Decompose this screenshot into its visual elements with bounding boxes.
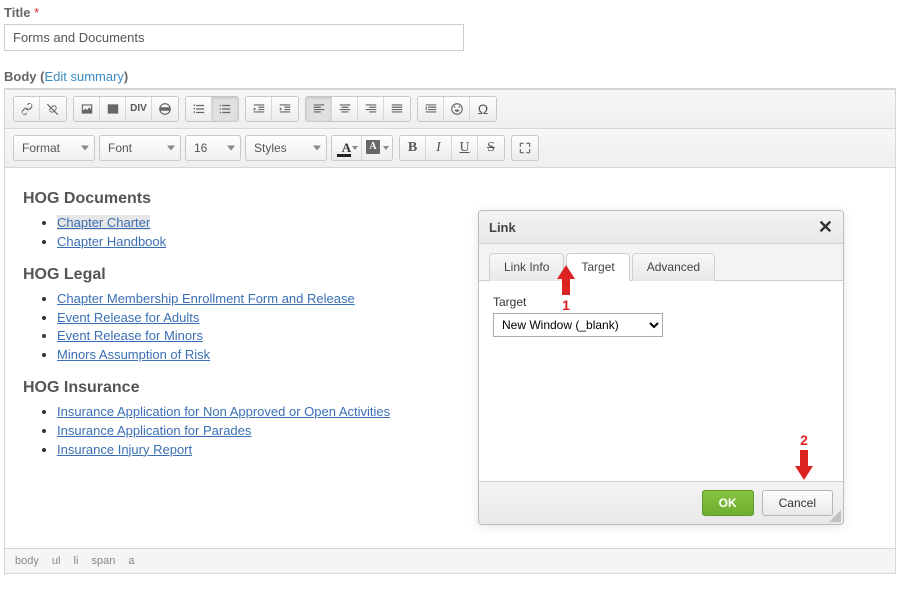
dialog-titlebar[interactable]: Link ✕ bbox=[479, 211, 843, 244]
blockquote-icon[interactable] bbox=[418, 97, 444, 121]
font-select[interactable]: Font bbox=[99, 135, 181, 161]
title-input[interactable] bbox=[4, 24, 464, 51]
table-icon[interactable] bbox=[100, 97, 126, 121]
body-label: Body (Edit summary) bbox=[4, 69, 896, 84]
underline-button[interactable]: U bbox=[452, 136, 478, 160]
dialog-body: Target New Window (_blank) 1 bbox=[479, 281, 843, 481]
link-chapter-handbook[interactable]: Chapter Handbook bbox=[57, 234, 166, 249]
dialog-tabs: Link Info Target Advanced bbox=[479, 244, 843, 281]
image-icon[interactable] bbox=[74, 97, 100, 121]
content-link[interactable]: Insurance Injury Report bbox=[57, 442, 192, 457]
iframe-icon[interactable] bbox=[152, 97, 178, 121]
align-justify-icon[interactable] bbox=[384, 97, 410, 121]
toolbar-row-2: Format Font 16 Styles A A B I U S bbox=[5, 129, 895, 168]
align-left-icon[interactable] bbox=[306, 97, 332, 121]
link-chapter-charter[interactable]: Chapter Charter bbox=[57, 215, 150, 230]
format-select[interactable]: Format bbox=[13, 135, 95, 161]
cancel-button[interactable]: Cancel bbox=[762, 490, 833, 516]
div-icon[interactable]: DIV bbox=[126, 97, 152, 121]
outdent-icon[interactable] bbox=[246, 97, 272, 121]
content-link[interactable]: Minors Assumption of Risk bbox=[57, 347, 210, 362]
edit-summary-link[interactable]: Edit summary bbox=[44, 69, 123, 84]
bg-color-button[interactable]: A bbox=[362, 136, 392, 160]
indent-icon[interactable] bbox=[272, 97, 298, 121]
content-link[interactable]: Insurance Application for Non Approved o… bbox=[57, 404, 390, 419]
close-icon[interactable]: ✕ bbox=[818, 218, 833, 236]
toolbar-row-1: DIV Ω bbox=[5, 90, 895, 129]
content-link[interactable]: Event Release for Adults bbox=[57, 310, 199, 325]
italic-button[interactable]: I bbox=[426, 136, 452, 160]
tab-advanced[interactable]: Advanced bbox=[632, 253, 715, 281]
tab-target[interactable]: Target bbox=[566, 253, 629, 281]
resize-grip-icon[interactable] bbox=[829, 510, 841, 522]
align-right-icon[interactable] bbox=[358, 97, 384, 121]
maximize-icon[interactable] bbox=[512, 136, 538, 160]
styles-select[interactable]: Styles bbox=[245, 135, 327, 161]
target-select[interactable]: New Window (_blank) bbox=[493, 313, 663, 337]
strike-button[interactable]: S bbox=[478, 136, 504, 160]
path-item[interactable]: a bbox=[128, 555, 134, 567]
unlink-icon[interactable] bbox=[40, 97, 66, 121]
heading-hog-documents: HOG Documents bbox=[23, 190, 877, 208]
tab-link-info[interactable]: Link Info bbox=[489, 253, 564, 281]
numbered-list-icon[interactable] bbox=[186, 97, 212, 121]
path-item[interactable]: body bbox=[15, 555, 39, 567]
elements-path: body ul li span a bbox=[5, 548, 895, 573]
dialog-title-text: Link bbox=[489, 220, 516, 235]
dialog-footer: OK Cancel bbox=[479, 481, 843, 524]
ok-button[interactable]: OK bbox=[702, 490, 754, 516]
link-dialog: Link ✕ Link Info Target Advanced Target … bbox=[478, 210, 844, 525]
title-label: Title * bbox=[4, 5, 896, 20]
path-item[interactable]: span bbox=[92, 555, 116, 567]
bullet-list-icon[interactable] bbox=[212, 97, 238, 121]
path-item[interactable]: ul bbox=[52, 555, 61, 567]
font-size-select[interactable]: 16 bbox=[185, 135, 241, 161]
content-link[interactable]: Chapter Membership Enrollment Form and R… bbox=[57, 291, 355, 306]
link-icon[interactable] bbox=[14, 97, 40, 121]
special-char-icon[interactable]: Ω bbox=[470, 97, 496, 121]
target-label: Target bbox=[493, 295, 829, 309]
path-item[interactable]: li bbox=[74, 555, 79, 567]
content-link[interactable]: Insurance Application for Parades bbox=[57, 423, 251, 438]
bold-button[interactable]: B bbox=[400, 136, 426, 160]
smiley-icon[interactable] bbox=[444, 97, 470, 121]
align-center-icon[interactable] bbox=[332, 97, 358, 121]
content-link[interactable]: Event Release for Minors bbox=[57, 328, 203, 343]
text-color-button[interactable]: A bbox=[332, 136, 362, 160]
